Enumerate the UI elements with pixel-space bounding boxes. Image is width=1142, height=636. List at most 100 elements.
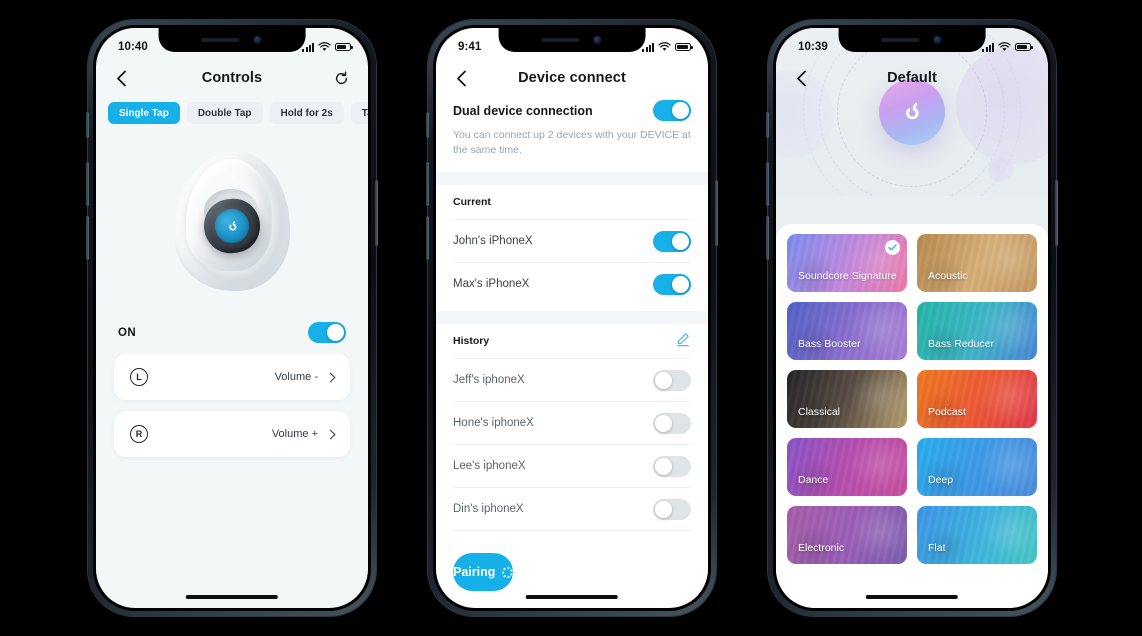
mute-switch[interactable] <box>86 112 89 138</box>
phone-equalizer: 10:39 Default Soundcore Signature Acoust… <box>766 20 1058 616</box>
phone-device-connect: 9:41 Device connect Dual device connecti… <box>426 20 718 616</box>
history-heading: History <box>453 335 490 348</box>
preset-artwork <box>787 302 907 360</box>
device-name: Lee's iphoneX <box>453 460 526 473</box>
volume-up-button[interactable] <box>766 162 769 206</box>
power-button[interactable] <box>1055 180 1058 246</box>
preset-artwork <box>917 302 1037 360</box>
device-row-john[interactable]: John's iPhoneX <box>436 220 708 262</box>
dual-device-toggle[interactable] <box>653 100 691 121</box>
device-toggle[interactable] <box>653 455 691 477</box>
signal-icon <box>642 42 654 52</box>
back-chevron-icon[interactable] <box>790 67 812 89</box>
history-row-hone[interactable]: Hone's iphoneX <box>436 402 708 444</box>
power-toggle-row: ON <box>96 322 368 343</box>
preset-artwork <box>917 506 1037 564</box>
device-toggle[interactable] <box>653 498 691 520</box>
power-toggle[interactable] <box>308 322 346 343</box>
mute-switch[interactable] <box>426 112 429 138</box>
tab-hold-for-2s[interactable]: Hold for 2s <box>269 102 344 124</box>
section-divider <box>436 172 708 186</box>
eq-preset-card[interactable]: Bass Booster <box>787 302 907 360</box>
eq-preset-label: Dance <box>798 474 829 487</box>
device-row-max[interactable]: Max's iPhoneX <box>436 263 708 305</box>
history-row-din[interactable]: Din's iphoneX <box>436 488 708 530</box>
eq-preset-card[interactable]: Soundcore Signature <box>787 234 907 292</box>
eq-preset-label: Bass Booster <box>798 338 861 351</box>
chevron-right-icon <box>325 429 336 439</box>
device-toggle[interactable] <box>653 230 691 252</box>
dual-device-description: You can connect up 2 devices with your D… <box>453 129 691 157</box>
refresh-icon[interactable] <box>330 67 352 89</box>
eq-preset-card[interactable]: Electronic <box>787 506 907 564</box>
dual-device-label: Dual device connection <box>453 103 593 118</box>
chevron-right-icon <box>325 372 336 382</box>
earpiece-speaker <box>202 38 240 42</box>
device-toggle[interactable] <box>653 369 691 391</box>
pairing-button[interactable]: Pairing <box>453 553 514 592</box>
history-row-jeff[interactable]: Jeff's iphoneX <box>436 359 708 401</box>
home-indicator[interactable] <box>185 595 279 599</box>
eq-preset-card[interactable]: Acoustic <box>917 234 1037 292</box>
volume-down-button[interactable] <box>426 216 429 260</box>
power-label: ON <box>118 326 137 339</box>
preset-artwork <box>787 506 907 564</box>
preset-artwork <box>787 438 907 496</box>
eq-preset-card[interactable]: Podcast <box>917 370 1037 428</box>
device-toggle[interactable] <box>653 273 691 295</box>
pencil-edit-icon[interactable] <box>676 332 691 350</box>
eq-preset-card[interactable]: Deep <box>917 438 1037 496</box>
eq-preset-card[interactable]: Classical <box>787 370 907 428</box>
earbud-touch-area[interactable] <box>212 206 252 246</box>
phone2-screen: 9:41 Device connect Dual device connecti… <box>436 28 708 608</box>
device-name: Hone's iphoneX <box>453 417 534 430</box>
eq-preset-card[interactable]: Flat <box>917 506 1037 564</box>
control-row-right[interactable]: R Volume + <box>114 411 350 457</box>
pairing-label: Pairing <box>453 565 496 580</box>
status-time: 10:39 <box>798 41 828 53</box>
preset-artwork <box>917 234 1037 292</box>
current-heading: Current <box>453 196 491 209</box>
eq-preset-label: Classical <box>798 406 841 419</box>
soundcore-logo-icon <box>906 102 919 120</box>
tab-tap-3-times[interactable]: Tap 3 Times <box>350 102 368 124</box>
device-name: Jeff's iphoneX <box>453 374 525 387</box>
eq-preset-card[interactable]: Dance <box>787 438 907 496</box>
divider <box>453 530 691 532</box>
section-header-current: Current <box>436 185 708 219</box>
eq-preset-sheet: Soundcore Signature Acoustic Bass Booster B… <box>776 224 1048 608</box>
control-row-left[interactable]: L Volume - <box>114 354 350 400</box>
mute-switch[interactable] <box>766 112 769 138</box>
volume-down-button[interactable] <box>86 216 89 260</box>
power-button[interactable] <box>375 180 378 246</box>
phone-bezel: 9:41 Device connect Dual device connecti… <box>433 25 711 611</box>
earpiece-speaker <box>882 38 920 42</box>
back-chevron-icon[interactable] <box>110 67 132 89</box>
preset-artwork <box>917 438 1037 496</box>
page-title: Controls <box>201 70 263 86</box>
battery-icon <box>675 42 693 52</box>
device-toggle[interactable] <box>653 412 691 434</box>
tab-single-tap[interactable]: Single Tap <box>108 102 180 124</box>
status-time: 9:41 <box>458 41 482 53</box>
wifi-icon <box>658 42 671 51</box>
eq-preset-card[interactable]: Bass Reducer <box>917 302 1037 360</box>
preset-artwork <box>787 370 907 428</box>
notch <box>498 28 646 52</box>
earpiece-speaker <box>542 38 580 42</box>
navigation-bar: Controls <box>96 58 368 98</box>
power-button[interactable] <box>715 180 718 246</box>
back-chevron-icon[interactable] <box>450 67 472 89</box>
screenshot-canvas: 10:40 Controls Single Tap Double Tap Hol… <box>0 0 1142 636</box>
volume-up-button[interactable] <box>86 162 89 206</box>
home-indicator[interactable] <box>525 595 619 599</box>
tab-double-tap[interactable]: Double Tap <box>186 102 263 124</box>
dual-device-row: Dual device connection <box>436 100 708 121</box>
home-indicator[interactable] <box>865 595 959 599</box>
history-row-lee[interactable]: Lee's iphoneX <box>436 445 708 487</box>
front-camera-icon <box>934 36 942 44</box>
volume-down-button[interactable] <box>766 216 769 260</box>
volume-up-button[interactable] <box>426 162 429 206</box>
earbud-in-ear-illustration <box>96 130 368 312</box>
signal-icon <box>302 42 314 52</box>
